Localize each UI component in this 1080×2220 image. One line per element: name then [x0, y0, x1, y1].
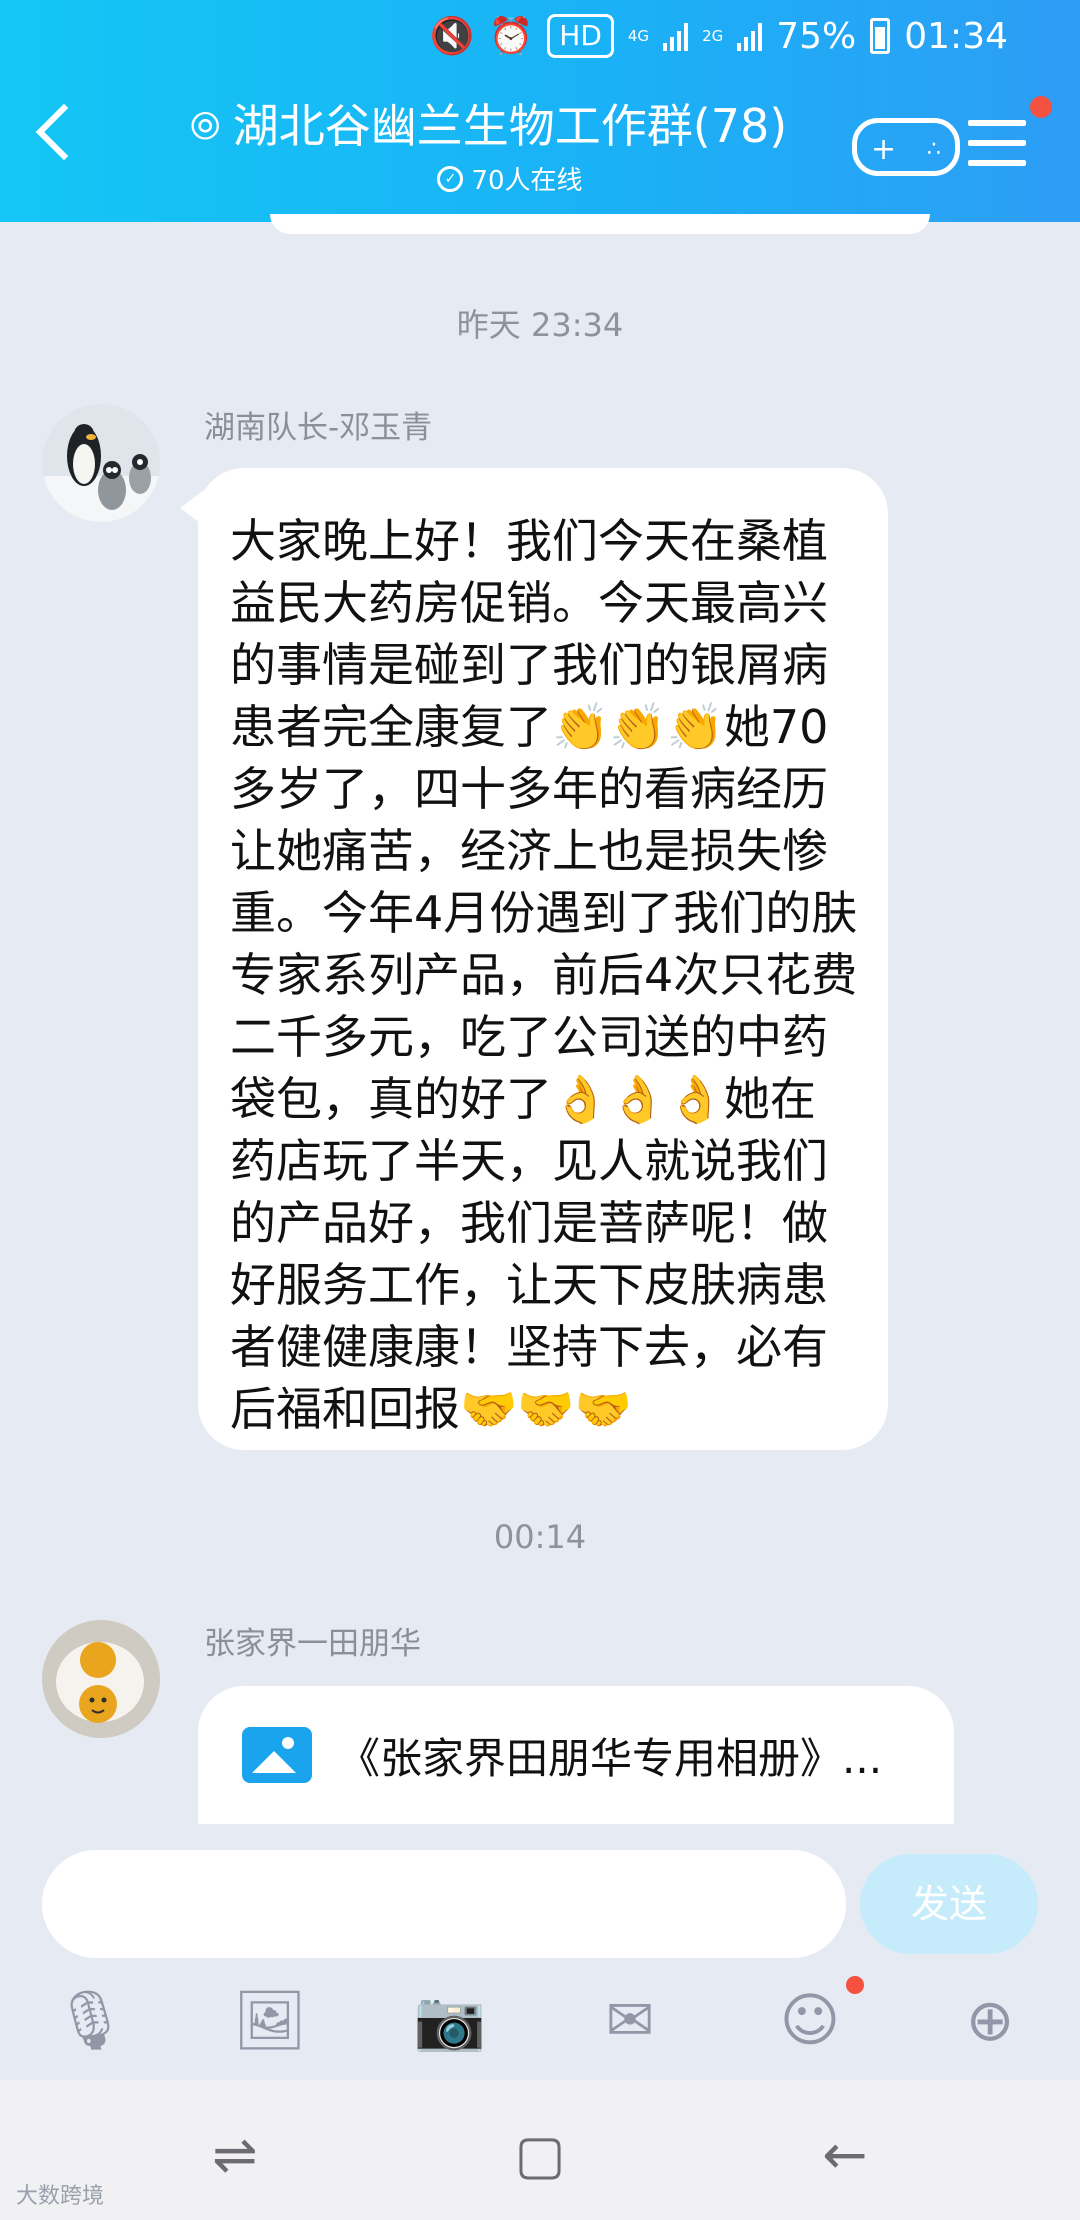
album-title: 《张家界田朋华专用相册》...: [338, 1733, 883, 1783]
mic-icon[interactable]: 🎙: [50, 1980, 130, 2060]
album-share-bubble[interactable]: 《张家界田朋华专用相册》...: [198, 1686, 954, 1824]
clock: 01:34: [904, 15, 1008, 57]
back-nav-icon[interactable]: ←: [810, 2120, 880, 2190]
message-bubble[interactable]: 大家晚上好！我们今天在桑植益民大药房促销。今天最高兴的事情是碰到了我们的银屑病患…: [198, 468, 888, 1450]
watermark: 大数跨境: [16, 2184, 105, 2209]
back-icon[interactable]: [35, 103, 93, 161]
red-packet-icon[interactable]: ✉: [590, 1980, 670, 2060]
avatar[interactable]: [42, 404, 160, 522]
sender-name: 湖南队长-邓玉青: [204, 410, 433, 446]
title-area[interactable]: ⦾ 湖北谷幽兰生物工作群(78) ✓ 70人在线: [190, 96, 830, 197]
network-2g: 2G: [702, 26, 724, 45]
group-title: 湖北谷幽兰生物工作群(78): [232, 99, 788, 153]
menu-icon[interactable]: [968, 120, 1026, 180]
online-count: ✓ 70人在线: [190, 160, 830, 197]
penguin-avatar-image: [42, 404, 160, 522]
hd-badge: HD: [547, 14, 614, 58]
battery-percent: 75%: [776, 15, 857, 57]
input-toolbar: 🎙 🖼 📷 ✉ ☺ ⊕: [0, 1970, 1080, 2070]
egg-avatar-image: [42, 1620, 160, 1738]
gamepad-dpad: +: [871, 132, 897, 167]
previous-bubble-edge: [270, 214, 930, 234]
image-icon: [242, 1727, 312, 1783]
input-bar: 发送: [0, 1824, 1080, 1984]
battery-icon: [870, 18, 891, 54]
message-input[interactable]: [42, 1850, 846, 1958]
online-label: 70人在线: [471, 166, 583, 196]
earpiece-icon: ⦾: [190, 104, 221, 148]
signal-2g-icon: [737, 21, 763, 51]
home-icon[interactable]: ▢: [505, 2120, 575, 2190]
avatar[interactable]: [42, 1620, 160, 1738]
online-check-icon: ✓: [437, 165, 464, 192]
camera-icon[interactable]: 📷: [410, 1980, 490, 2060]
signal-icon: [663, 21, 689, 51]
system-nav-bar: ⇌ ▢ ← 大数跨境: [0, 2080, 1080, 2220]
timestamp: 昨天 23:34: [456, 306, 624, 344]
menu-badge: [1030, 96, 1052, 118]
emoji-icon[interactable]: ☺: [770, 1980, 850, 2060]
recents-icon[interactable]: ⇌: [200, 2120, 270, 2190]
plus-icon[interactable]: ⊕: [950, 1980, 1030, 2060]
image-icon[interactable]: 🖼: [230, 1980, 310, 2060]
alarm-icon: ⏰: [488, 16, 534, 57]
timestamp: 00:14: [493, 1518, 587, 1556]
mute-icon: 🔇: [429, 16, 475, 57]
emoji-badge: [846, 1976, 864, 1994]
gamepad-buttons: ∴: [927, 137, 941, 162]
network-4g: 4G: [627, 26, 650, 45]
send-button[interactable]: 发送: [860, 1854, 1038, 1954]
status-bar: 🔇 ⏰ HD 4G 2G 75% 01:34: [430, 8, 1008, 64]
gamepad-icon[interactable]: + ∴: [852, 118, 960, 176]
chat-header: 🔇 ⏰ HD 4G 2G 75% 01:34 ⦾ 湖北谷幽兰生物工作群(78) …: [0, 0, 1080, 222]
sender-name: 张家界一田朋华: [204, 1626, 421, 1662]
